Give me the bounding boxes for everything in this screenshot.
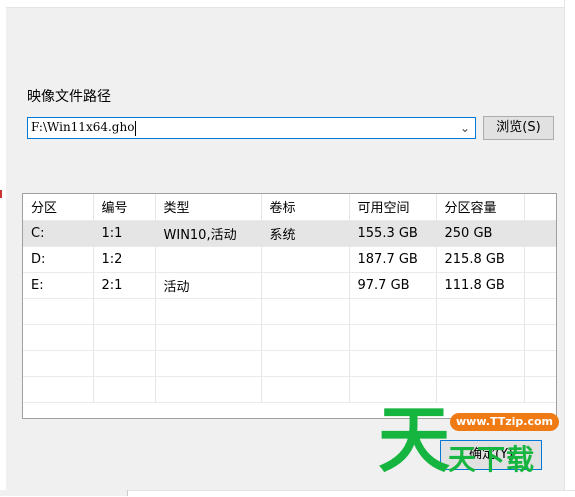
cell-filler [524, 246, 556, 273]
chevron-down-icon[interactable]: ⌄ [458, 121, 472, 135]
right-edge [564, 0, 575, 496]
cell-capacity: 215.8 GB [436, 246, 525, 273]
cell-partition: C: [23, 220, 94, 247]
cell-free-space: 97.7 GB [349, 272, 437, 299]
top-edge [0, 0, 575, 8]
image-path-label: 映像文件路径 [27, 89, 111, 105]
cell-number: 1:2 [93, 246, 156, 273]
cell-free-space [349, 298, 437, 325]
cell-partition: E: [23, 272, 94, 299]
cell-filler [524, 350, 556, 377]
cell-volume-label [261, 272, 350, 299]
column-header-partition[interactable]: 分区 [23, 194, 94, 221]
text-caret [135, 121, 136, 136]
image-path-combobox[interactable]: F:\Win11x64.gho ⌄ [27, 117, 476, 139]
cell-partition [23, 324, 94, 351]
table-row[interactable] [23, 298, 556, 325]
watermark-url: www.TTzip.com [450, 413, 559, 431]
table-row[interactable]: D: 1:2 187.7 GB 215.8 GB [23, 246, 556, 273]
cell-partition [23, 298, 94, 325]
table-row[interactable]: C: 1:1 WIN10,活动 系统 155.3 GB 250 GB [23, 220, 556, 247]
watermark-logo: 天 www.TTzip.com 天下载 [378, 398, 559, 482]
cell-type [155, 298, 262, 325]
table-row[interactable] [23, 324, 556, 351]
cell-type [155, 246, 262, 273]
edge-marker [0, 190, 2, 198]
cell-number: 2:1 [93, 272, 156, 299]
cell-volume-label [261, 350, 350, 377]
column-header-volume-label[interactable]: 卷标 [261, 194, 350, 221]
table-row[interactable] [23, 376, 556, 403]
left-edge [0, 0, 6, 496]
column-header-capacity[interactable]: 分区容量 [436, 194, 525, 221]
cell-type [155, 350, 262, 377]
column-header-number[interactable]: 编号 [93, 194, 156, 221]
cell-filler [524, 220, 556, 247]
cell-partition [23, 350, 94, 377]
watermark-char: 天 [378, 398, 451, 482]
partition-table[interactable]: 分区 编号 类型 卷标 可用空间 分区容量 C: 1:1 WIN10,活动 系统 155… [22, 193, 557, 419]
table-row[interactable]: E: 2:1 活动 97.7 GB 111.8 GB [23, 272, 556, 299]
column-header-filler [524, 194, 556, 221]
cell-free-space: 187.7 GB [349, 246, 437, 273]
cell-filler [524, 324, 556, 351]
cell-number [93, 298, 156, 325]
watermark-name: 天下载 [448, 443, 536, 476]
cell-type [155, 376, 262, 403]
cell-volume-label [261, 376, 350, 403]
cell-type [155, 324, 262, 351]
cell-filler [524, 272, 556, 299]
cell-capacity: 250 GB [436, 220, 525, 247]
cell-free-space [349, 324, 437, 351]
cell-volume-label: 系统 [261, 220, 350, 247]
column-header-free-space[interactable]: 可用空间 [349, 194, 437, 221]
cell-free-space: 155.3 GB [349, 220, 437, 247]
cell-capacity [436, 298, 525, 325]
table-header-row: 分区 编号 类型 卷标 可用空间 分区容量 [23, 194, 556, 221]
cell-capacity [436, 324, 525, 351]
cell-free-space [349, 350, 437, 377]
cell-volume-label [261, 246, 350, 273]
cell-type: 活动 [155, 272, 262, 299]
cell-number: 1:1 [93, 220, 156, 247]
cell-number [93, 324, 156, 351]
browse-button[interactable]: 浏览(S) [483, 116, 554, 140]
bottom-tab [0, 490, 128, 496]
cell-filler [524, 376, 556, 403]
table-row[interactable] [23, 350, 556, 377]
cell-partition [23, 376, 94, 403]
image-path-input[interactable]: F:\Win11x64.gho [31, 120, 134, 134]
cell-capacity: 111.8 GB [436, 272, 525, 299]
cell-number [93, 350, 156, 377]
cell-filler [524, 298, 556, 325]
cell-volume-label [261, 298, 350, 325]
cell-partition: D: [23, 246, 94, 273]
cell-volume-label [261, 324, 350, 351]
cell-capacity [436, 350, 525, 377]
cell-type: WIN10,活动 [155, 220, 262, 247]
column-header-type[interactable]: 类型 [155, 194, 262, 221]
cell-number [93, 376, 156, 403]
